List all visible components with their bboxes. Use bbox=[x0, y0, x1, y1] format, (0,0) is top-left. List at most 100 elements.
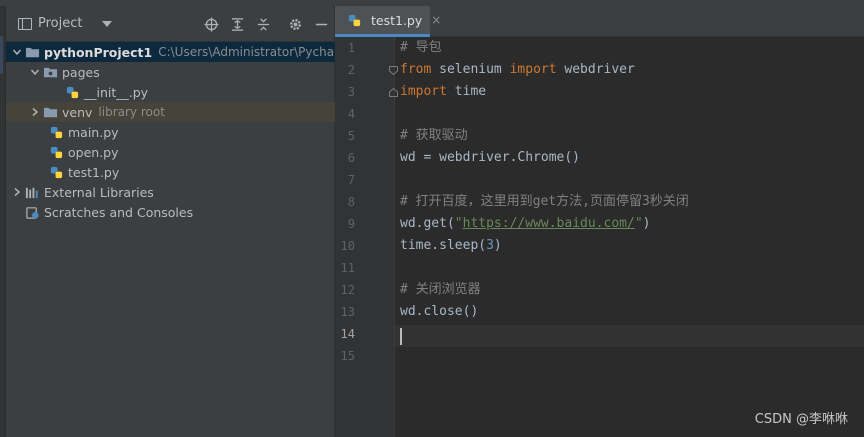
editor-area: test1.py × 1 2 3 4 5 6 7 8 9 10 11 12 13… bbox=[335, 6, 864, 437]
identifier: time bbox=[446, 84, 487, 99]
tree-item-label: pages bbox=[62, 64, 100, 80]
project-view-selector[interactable]: Project bbox=[18, 16, 113, 31]
code-line-13[interactable]: wd.close() bbox=[400, 301, 478, 323]
project-tool-marker[interactable] bbox=[0, 36, 3, 74]
project-window-icon bbox=[18, 17, 32, 30]
chevron-down-icon[interactable] bbox=[28, 65, 42, 79]
code-line-12[interactable]: # 关闭浏览器 bbox=[400, 279, 481, 301]
minimize-icon[interactable] bbox=[312, 15, 330, 33]
tree-item-open-py[interactable]: open.py bbox=[6, 142, 335, 162]
code-line-1[interactable]: # 导包 bbox=[400, 37, 442, 59]
project-tree: pythonProject1 C:\Users\Administrator\Py… bbox=[6, 42, 350, 222]
folder-icon bbox=[42, 104, 58, 120]
string-quote: " bbox=[454, 216, 463, 231]
watermark: CSDN @李咻咻 bbox=[754, 412, 848, 427]
locate-icon[interactable] bbox=[202, 15, 220, 33]
tree-item-test1-py[interactable]: test1.py bbox=[6, 162, 335, 182]
text-caret bbox=[400, 328, 402, 345]
tree-item-label: venv bbox=[62, 104, 93, 120]
paren: ) bbox=[642, 216, 651, 231]
tree-item-label: External Libraries bbox=[44, 184, 154, 200]
comment: # 关闭浏览器 bbox=[400, 282, 481, 297]
tree-item-external-libraries[interactable]: External Libraries bbox=[6, 182, 335, 202]
tree-item-init-py[interactable]: __init__.py bbox=[6, 82, 335, 102]
project-path: C:\Users\Administrator\Pycharm bbox=[158, 45, 351, 59]
line-number: 10 bbox=[340, 239, 355, 253]
line-number: 7 bbox=[347, 173, 355, 187]
expand-all-icon[interactable] bbox=[228, 15, 246, 33]
code-line-6[interactable]: wd = webdriver.Chrome() bbox=[400, 147, 580, 169]
line-number-current: 14 bbox=[340, 327, 355, 341]
statement: wd.get( bbox=[400, 216, 455, 231]
python-file-icon bbox=[48, 124, 64, 140]
tree-item-pythonproject1[interactable]: pythonProject1 C:\Users\Administrator\Py… bbox=[6, 42, 350, 62]
line-number: 6 bbox=[347, 151, 355, 165]
collapse-all-icon[interactable] bbox=[254, 15, 272, 33]
current-line-highlight bbox=[395, 325, 864, 347]
code-line-9[interactable]: wd.get("https://www.baidu.com/") bbox=[400, 213, 650, 235]
line-number: 11 bbox=[340, 261, 355, 275]
code-line-10[interactable]: time.sleep(3) bbox=[400, 235, 502, 257]
statement: wd.close() bbox=[400, 304, 479, 319]
python-file-icon bbox=[346, 12, 362, 28]
module-name: selenium bbox=[431, 62, 510, 77]
comment: # 打开百度，这里用到get方法,页面停留3秒关闭 bbox=[400, 194, 689, 209]
line-number: 12 bbox=[340, 283, 355, 297]
tree-item-label: __init__.py bbox=[84, 84, 149, 100]
url-link[interactable]: https://www.baidu.com/ bbox=[463, 216, 635, 231]
statement: time.sleep( bbox=[400, 238, 487, 253]
paren: ) bbox=[493, 238, 502, 253]
project-title: Project bbox=[38, 16, 83, 31]
tree-item-label: Scratches and Consoles bbox=[44, 204, 194, 220]
line-number: 4 bbox=[347, 107, 355, 121]
python-file-icon bbox=[48, 144, 64, 160]
libraries-icon bbox=[24, 184, 40, 200]
tree-item-label: main.py bbox=[68, 124, 119, 140]
chevron-down-icon[interactable] bbox=[10, 45, 24, 59]
comment: # 获取驱动 bbox=[400, 128, 468, 143]
chevron-right-icon[interactable] bbox=[28, 105, 42, 119]
tree-item-label: pythonProject1 bbox=[44, 44, 153, 60]
tree-item-venv[interactable]: venv library root bbox=[6, 102, 335, 122]
comment: # 导包 bbox=[400, 40, 442, 55]
keyword: import bbox=[400, 84, 447, 99]
code-line-8[interactable]: # 打开百度，这里用到get方法,页面停留3秒关闭 bbox=[400, 191, 689, 213]
scratches-icon bbox=[24, 204, 40, 220]
line-number: 13 bbox=[340, 305, 355, 319]
line-number-gutter: 1 2 3 4 5 6 7 8 9 10 11 12 13 14 15 bbox=[335, 37, 398, 437]
keyword: from bbox=[400, 62, 432, 77]
line-number: 1 bbox=[347, 41, 355, 55]
identifier: webdriver bbox=[556, 62, 635, 77]
gear-icon[interactable] bbox=[286, 15, 304, 33]
code-line-3[interactable]: import time bbox=[400, 81, 486, 103]
line-number: 8 bbox=[347, 195, 355, 209]
tree-item-scratches[interactable]: Scratches and Consoles bbox=[6, 202, 335, 222]
code-editor[interactable]: # 导包 from selenium import webdriver impo… bbox=[395, 37, 864, 437]
line-number: 2 bbox=[347, 63, 355, 77]
chevron-down-icon[interactable] bbox=[102, 20, 113, 27]
line-number: 9 bbox=[347, 217, 355, 231]
code-line-5[interactable]: # 获取驱动 bbox=[400, 125, 468, 147]
tab-label: test1.py bbox=[371, 12, 423, 28]
tree-item-label: open.py bbox=[68, 144, 119, 160]
chevron-right-icon[interactable] bbox=[10, 185, 24, 199]
statement: wd = webdriver.Chrome() bbox=[400, 150, 581, 165]
tree-item-label: test1.py bbox=[68, 164, 120, 180]
python-file-icon bbox=[48, 164, 64, 180]
keyword: import bbox=[509, 62, 557, 77]
tree-item-main-py[interactable]: main.py bbox=[6, 122, 335, 142]
tab-test1-py[interactable]: test1.py × bbox=[335, 6, 441, 37]
folder-icon bbox=[24, 44, 40, 60]
package-folder-icon bbox=[42, 64, 58, 80]
line-number: 15 bbox=[340, 349, 355, 363]
line-number: 5 bbox=[347, 129, 355, 143]
project-tool-window: Project pythonProject1 C:\Users\Administ… bbox=[6, 6, 350, 437]
line-number: 3 bbox=[347, 85, 355, 99]
editor-tab-bar: test1.py × bbox=[335, 6, 864, 37]
code-line-2[interactable]: from selenium import webdriver bbox=[400, 59, 635, 81]
close-icon[interactable]: × bbox=[431, 13, 441, 27]
string-quote: " bbox=[634, 216, 643, 231]
library-root-hint: library root bbox=[98, 105, 165, 119]
project-toolbar: Project bbox=[6, 6, 335, 42]
tree-item-pages[interactable]: pages bbox=[6, 62, 335, 82]
